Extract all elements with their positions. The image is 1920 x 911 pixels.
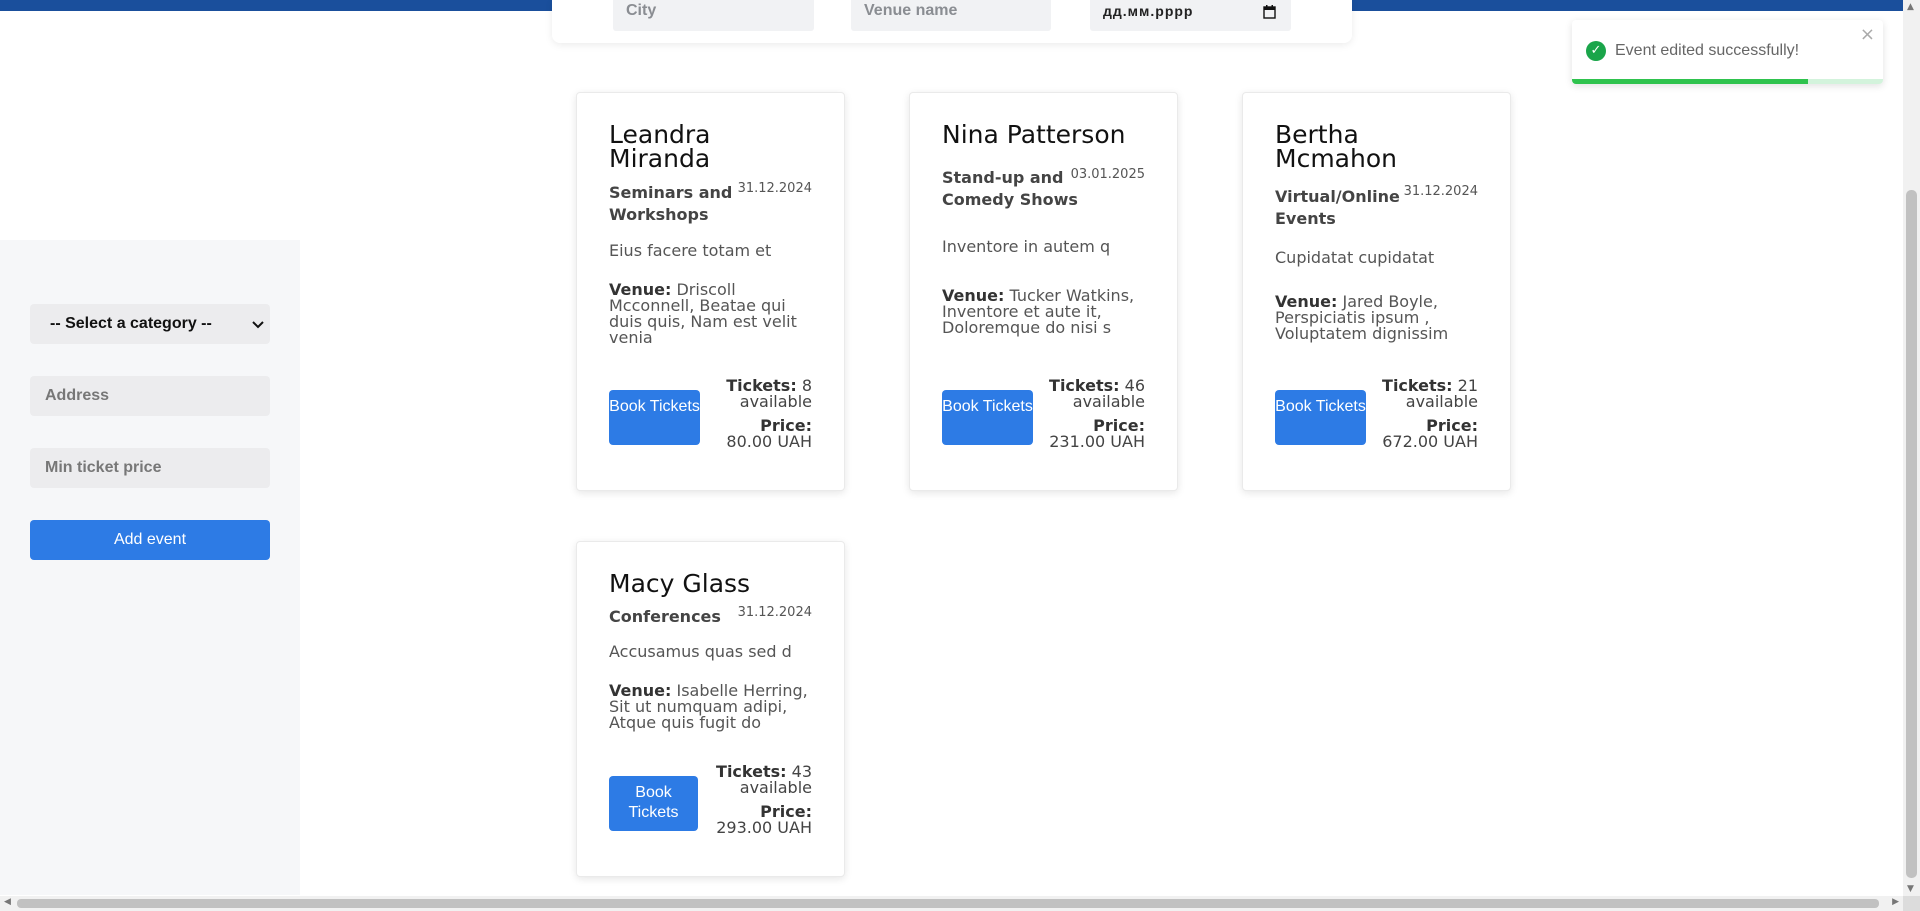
event-title: Bertha Mcmahon [1275,120,1397,173]
scroll-left-arrow-icon[interactable]: ◀ [4,897,11,907]
event-date: 03.01.2025 [1070,167,1145,182]
event-category: Stand-up and Comedy Shows [942,168,1078,209]
success-toast: ✓ Event edited successfully! × [1572,20,1883,84]
tickets-info: Tickets: 46 available [1045,378,1145,410]
event-category: Conferences [609,607,721,626]
book-tickets-button[interactable]: Book Tickets [609,776,698,831]
category-select[interactable]: -- Select a category -- [30,304,270,344]
vertical-scrollbar[interactable]: ▲ ▼ [1903,0,1920,896]
price-value: 293.00 UAH [716,818,812,837]
horizontal-scrollbar[interactable]: ◀ ▶ [0,896,1903,911]
sidebar: -- Select a category -- Address Min tick… [0,240,300,895]
event-card: Leandra Miranda Seminars and Workshops 3… [576,92,845,491]
filter-panel: City Venue name дд.мм.рррр [552,0,1352,43]
address-input[interactable]: Address [30,376,270,416]
scrollbar-corner [1903,896,1920,911]
event-card: Nina Patterson Stand-up and Comedy Shows… [909,92,1178,491]
event-date: 31.12.2024 [737,605,812,620]
event-venue: Venue: Jared Boyle, Perspiciatis ipsum ,… [1275,294,1485,342]
event-description: Accusamus quas sed d [609,642,792,661]
add-event-button[interactable]: Add event [30,520,270,560]
event-card: Bertha Mcmahon Virtual/Online Events 31.… [1242,92,1511,491]
event-title: Macy Glass [609,569,751,598]
event-description: Cupidatat cupidatat [1275,248,1435,267]
price-value: 672.00 UAH [1382,432,1478,451]
venue-name-input[interactable]: Venue name [851,0,1051,31]
event-venue: Venue: Isabelle Herring, Sit ut numquam … [609,683,819,731]
event-card: Macy Glass Conferences 31.12.2024 Accusa… [576,541,845,877]
category-select-value: -- Select a category -- [50,315,212,332]
book-tickets-button[interactable]: Book Tickets [942,390,1033,445]
event-venue: Venue: Driscoll Mcconnell, Beatae qui du… [609,282,819,346]
horizontal-scroll-thumb[interactable] [17,899,1879,908]
event-category: Virtual/Online Events [1275,187,1400,228]
chevron-down-icon [252,304,264,344]
scroll-right-arrow-icon[interactable]: ▶ [1892,897,1899,907]
event-title: Leandra Miranda [609,120,711,173]
event-category: Seminars and Workshops [609,183,733,224]
event-date: 31.12.2024 [1403,184,1478,199]
price-info: Price: 231.00 UAH [1045,418,1145,450]
close-icon[interactable]: × [1860,24,1875,45]
tickets-info: Tickets: 43 available [712,764,812,796]
tickets-info: Tickets: 21 available [1378,378,1478,410]
event-date: 31.12.2024 [737,181,812,196]
book-tickets-button[interactable]: Book Tickets [609,390,700,445]
date-input[interactable]: дд.мм.рррр [1090,0,1291,31]
date-placeholder: дд.мм.рррр [1103,3,1194,19]
toast-progress-bar [1572,79,1809,84]
event-description: Eius facere totam et [609,241,772,260]
price-value: 80.00 UAH [726,432,812,451]
scroll-down-arrow-icon[interactable]: ▼ [1907,884,1914,894]
calendar-icon[interactable] [1263,3,1276,25]
tickets-info: Tickets: 8 available [712,378,812,410]
scroll-up-arrow-icon[interactable]: ▲ [1907,2,1914,12]
event-description: Inventore in autem q [942,237,1111,256]
price-value: 231.00 UAH [1049,432,1145,451]
price-info: Price: 80.00 UAH [712,418,812,450]
vertical-scroll-thumb[interactable] [1906,190,1917,878]
check-circle-icon: ✓ [1586,41,1606,61]
city-input[interactable]: City [613,0,814,31]
min-ticket-price-input[interactable]: Min ticket price [30,448,270,488]
price-info: Price: 672.00 UAH [1368,418,1478,450]
price-info: Price: 293.00 UAH [712,804,812,836]
event-title: Nina Patterson [942,120,1126,149]
book-tickets-button[interactable]: Book Tickets [1275,390,1366,445]
event-venue: Venue: Tucker Watkins, Inventore et aute… [942,288,1152,336]
toast-message: Event edited successfully! [1615,42,1800,59]
